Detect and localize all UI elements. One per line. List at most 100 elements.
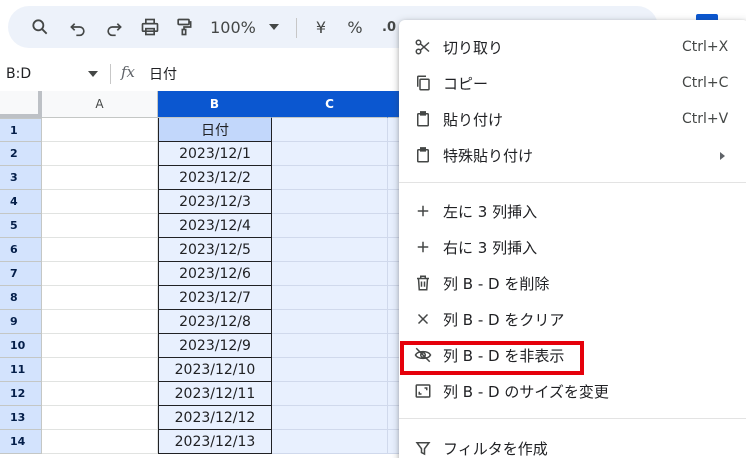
row-header[interactable]: 13 [0,406,42,430]
row-header[interactable]: 9 [0,310,42,334]
menu-item-insert-right[interactable]: 右に 3 列挿入 [399,229,746,265]
cell-a[interactable] [42,238,158,262]
cell-c[interactable] [272,190,388,214]
cell-c[interactable] [272,142,388,166]
menu-item-paste[interactable]: 貼り付け Ctrl+V [399,101,746,137]
undo-icon[interactable] [66,6,90,48]
row-header[interactable]: 12 [0,382,42,406]
paint-format-icon[interactable] [172,6,196,48]
column-header-a[interactable]: A [42,91,158,118]
cell-b[interactable]: 2023/12/1 [158,142,272,166]
cell-a[interactable] [42,334,158,358]
menu-item-resize-columns[interactable]: 列 B - D のサイズを変更 [399,373,746,409]
menu-item-clear-columns[interactable]: 列 B - D をクリア [399,301,746,337]
cell-c[interactable] [272,286,388,310]
cell-b[interactable]: 2023/12/12 [158,406,272,430]
cell-c[interactable] [272,406,388,430]
cell-a[interactable] [42,118,158,142]
menu-item-label: フィルタを作成 [443,439,548,458]
row-header[interactable]: 6 [0,238,42,262]
menu-item-create-filter[interactable]: フィルタを作成 [399,430,746,458]
cell-b[interactable]: 日付 [158,118,272,142]
cell-c[interactable] [272,166,388,190]
copy-icon [413,73,433,93]
eye-off-icon [413,345,433,365]
redo-icon[interactable] [102,6,126,48]
menu-divider [399,418,746,419]
cell-a[interactable] [42,262,158,286]
cell-b[interactable]: 2023/12/13 [158,430,272,454]
cell-a[interactable] [42,310,158,334]
cell-b[interactable]: 2023/12/5 [158,238,272,262]
row-header[interactable]: 4 [0,190,42,214]
row-header[interactable]: 14 [0,430,42,454]
percent-button[interactable]: % [342,6,368,48]
search-icon[interactable] [28,6,52,48]
cell-a[interactable] [42,430,158,454]
cell-b[interactable]: 2023/12/8 [158,310,272,334]
row-header[interactable]: 10 [0,334,42,358]
cell-c[interactable] [272,238,388,262]
menu-item-label: 特殊貼り付け [443,146,534,165]
cell-a[interactable] [42,406,158,430]
menu-item-label: 右に 3 列挿入 [443,238,538,257]
cell-b[interactable]: 2023/12/4 [158,214,272,238]
menu-item-cut[interactable]: 切り取り Ctrl+X [399,29,746,65]
cell-b[interactable]: 2023/12/10 [158,358,272,382]
menu-item-copy[interactable]: コピー Ctrl+C [399,65,746,101]
menu-item-shortcut: Ctrl+X [682,39,729,55]
context-menu: 切り取り Ctrl+X コピー Ctrl+C 貼り付け Ctrl+V 特殊貼り付… [399,20,746,458]
column-header-b[interactable]: B [158,91,272,118]
cell-c[interactable] [272,262,388,286]
cell-c[interactable] [272,430,388,454]
menu-item-insert-left[interactable]: 左に 3 列挿入 [399,193,746,229]
cell-a[interactable] [42,286,158,310]
column-header-c[interactable]: C [272,91,388,118]
cell-b[interactable]: 2023/12/9 [158,334,272,358]
zoom-select[interactable]: 100% [208,6,258,48]
menu-item-label: 左に 3 列挿入 [443,202,538,221]
cell-b[interactable]: 2023/12/2 [158,166,272,190]
cell-a[interactable] [42,142,158,166]
row-header[interactable]: 7 [0,262,42,286]
formula-bar-divider [110,64,111,84]
print-icon[interactable] [138,6,162,48]
cell-c[interactable] [272,214,388,238]
row-header[interactable]: 3 [0,166,42,190]
currency-button[interactable]: ¥ [308,6,334,48]
name-box[interactable]: B:D [0,60,108,88]
menu-item-label: コピー [443,74,489,93]
menu-item-label: 列 B - D を非表示 [443,346,565,365]
menu-item-shortcut: Ctrl+V [682,111,729,127]
plus-icon [413,201,433,221]
cell-a[interactable] [42,190,158,214]
select-all-corner[interactable] [0,91,42,118]
cell-c[interactable] [272,382,388,406]
cell-c[interactable] [272,310,388,334]
menu-item-paste-special[interactable]: 特殊貼り付け [399,137,746,173]
row-header[interactable]: 8 [0,286,42,310]
cell-a[interactable] [42,166,158,190]
cell-a[interactable] [42,358,158,382]
formula-input[interactable]: 日付 [149,64,177,84]
cell-c[interactable] [272,334,388,358]
cell-b[interactable]: 2023/12/7 [158,286,272,310]
row-header[interactable]: 2 [0,142,42,166]
row-header[interactable]: 1 [0,118,42,142]
row-header[interactable]: 11 [0,358,42,382]
chevron-down-icon[interactable] [88,71,98,77]
cell-a[interactable] [42,214,158,238]
chevron-down-icon[interactable] [266,6,282,48]
resize-icon [413,381,433,401]
cell-b[interactable]: 2023/12/11 [158,382,272,406]
cell-c[interactable] [272,358,388,382]
decimal-icon: .0 [382,19,396,35]
row-header[interactable]: 5 [0,214,42,238]
cell-b[interactable]: 2023/12/6 [158,262,272,286]
menu-item-hide-columns[interactable]: 列 B - D を非表示 [399,337,746,373]
cell-b[interactable]: 2023/12/3 [158,190,272,214]
cell-a[interactable] [42,382,158,406]
cell-c[interactable] [272,118,388,142]
toolbar-divider [296,18,297,38]
menu-item-delete-columns[interactable]: 列 B - D を削除 [399,265,746,301]
